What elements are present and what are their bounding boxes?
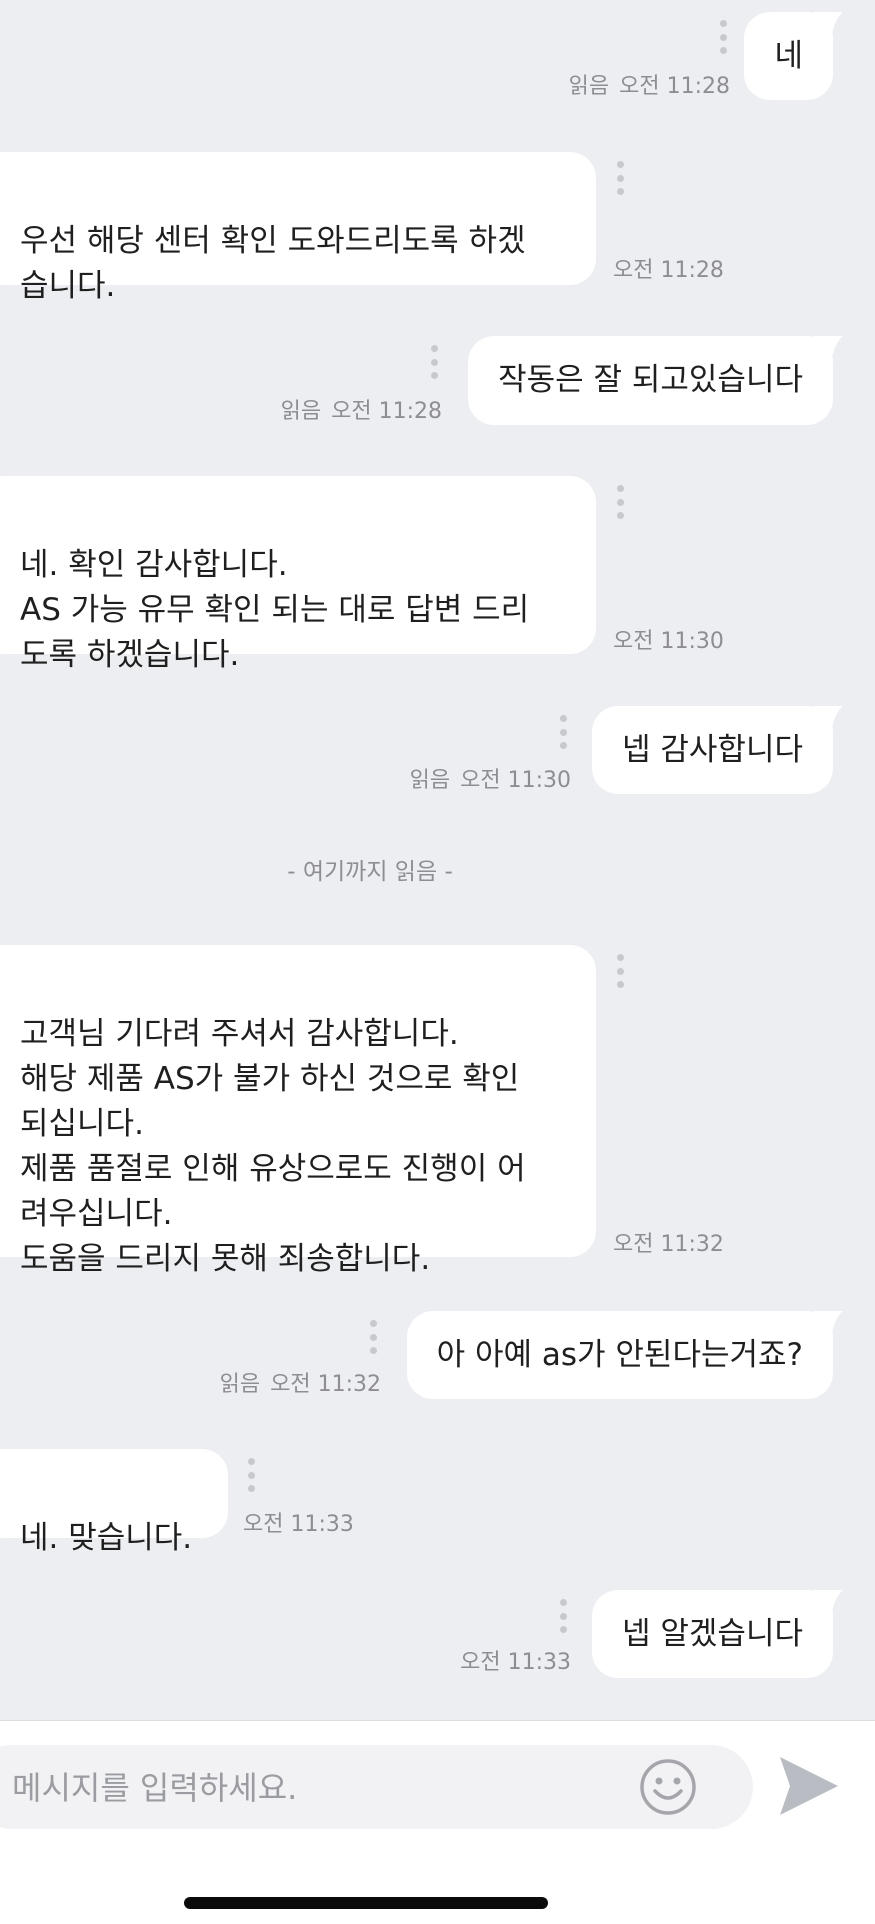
message-time: 오전 11:33 [460,1650,571,1675]
message-text: 우선 해당 센터 확인 도와드리도록 하겠 습니다. [20,223,526,304]
more-options-icon[interactable] [247,1458,255,1492]
more-options-icon[interactable] [369,1320,377,1354]
message-meta: 읽음 오전 11:28 [569,68,730,100]
message-input[interactable] [10,1745,604,1831]
message-bubble[interactable]: 아 아예 as가 안된다는거죠? [406,1311,833,1399]
send-arrow-icon[interactable] [776,1751,840,1821]
message-bubble[interactable]: 넵 알겠습니다 [592,1590,833,1678]
bubble-tail [813,12,843,38]
more-options-icon[interactable] [559,1599,567,1633]
message-composer [0,1720,875,1924]
bubble-tail [813,706,843,732]
message-meta: 읽음 오전 11:32 [220,1366,381,1398]
message-bubble[interactable]: 고객님 기다려 주셔서 감사합니다. 해당 제품 AS가 불가 하신 것으로 확… [0,945,596,1277]
message-bubble[interactable]: 넵 감사합니다 [592,706,833,794]
more-options-icon[interactable] [616,954,624,988]
message-text: 작동은 잘 되고있습니다 [498,362,803,398]
message-text: 아 아예 as가 안된다는거죠? [436,1336,803,1373]
more-options-icon[interactable] [616,485,624,519]
more-options-icon[interactable] [719,20,727,54]
message-text: 넵 알겠습니다 [622,1615,803,1652]
bubble-tail [813,1311,843,1337]
message-meta: 읽음 오전 11:28 [281,393,442,425]
read-receipt: 읽음 [568,74,610,99]
message-time: 오전 11:28 [619,74,730,99]
more-options-icon[interactable] [430,345,438,379]
message-bubble[interactable]: 네. 확인 감사합니다. AS 가능 유무 확인 되는 대로 답변 드리 도록 … [0,476,596,673]
message-time: 오전 11:30 [460,768,571,793]
message-text: 네 [774,37,803,74]
home-indicator [184,1897,548,1909]
message-time: 오전 11:33 [243,1512,354,1537]
message-text: 넵 감사합니다 [622,731,803,768]
message-time: 오전 11:28 [331,399,442,424]
message-time: 오전 11:32 [270,1372,381,1397]
message-time: 오전 11:32 [613,1232,724,1257]
chat-message-list[interactable]: 네 읽음 오전 11:28 우선 해당 센터 확인 도와드리도록 하겠 습니다. … [0,0,875,1720]
bubble-tail [813,1590,843,1616]
message-text: 고객님 기다려 주셔서 감사합니다. 해당 제품 AS가 불가 하신 것으로 확… [20,1016,526,1277]
message-time: 오전 11:30 [613,629,724,654]
more-options-icon[interactable] [616,161,624,195]
smiley-icon[interactable] [638,1757,698,1817]
read-receipt: 읽음 [409,768,451,793]
message-time: 오전 11:28 [613,258,724,283]
read-up-to-here-divider: - 여기까지 읽음 - [287,859,453,885]
read-receipt: 읽음 [219,1372,261,1397]
read-receipt: 읽음 [280,399,322,424]
message-bubble[interactable]: 네. 맞습니다. [0,1449,228,1556]
message-bubble[interactable]: 우선 해당 센터 확인 도와드리도록 하겠 습니다. [0,152,596,304]
message-bubble[interactable]: 작동은 잘 되고있습니다 [468,336,833,425]
message-text: 네. 맞습니다. [20,1520,193,1556]
bubble-tail [813,336,843,362]
message-input-box[interactable] [0,1745,753,1831]
message-text: 네. 확인 감사합니다. AS 가능 유무 확인 되는 대로 답변 드리 도록 … [20,547,530,673]
more-options-icon[interactable] [559,715,567,749]
message-meta: 읽음 오전 11:30 [410,762,571,794]
